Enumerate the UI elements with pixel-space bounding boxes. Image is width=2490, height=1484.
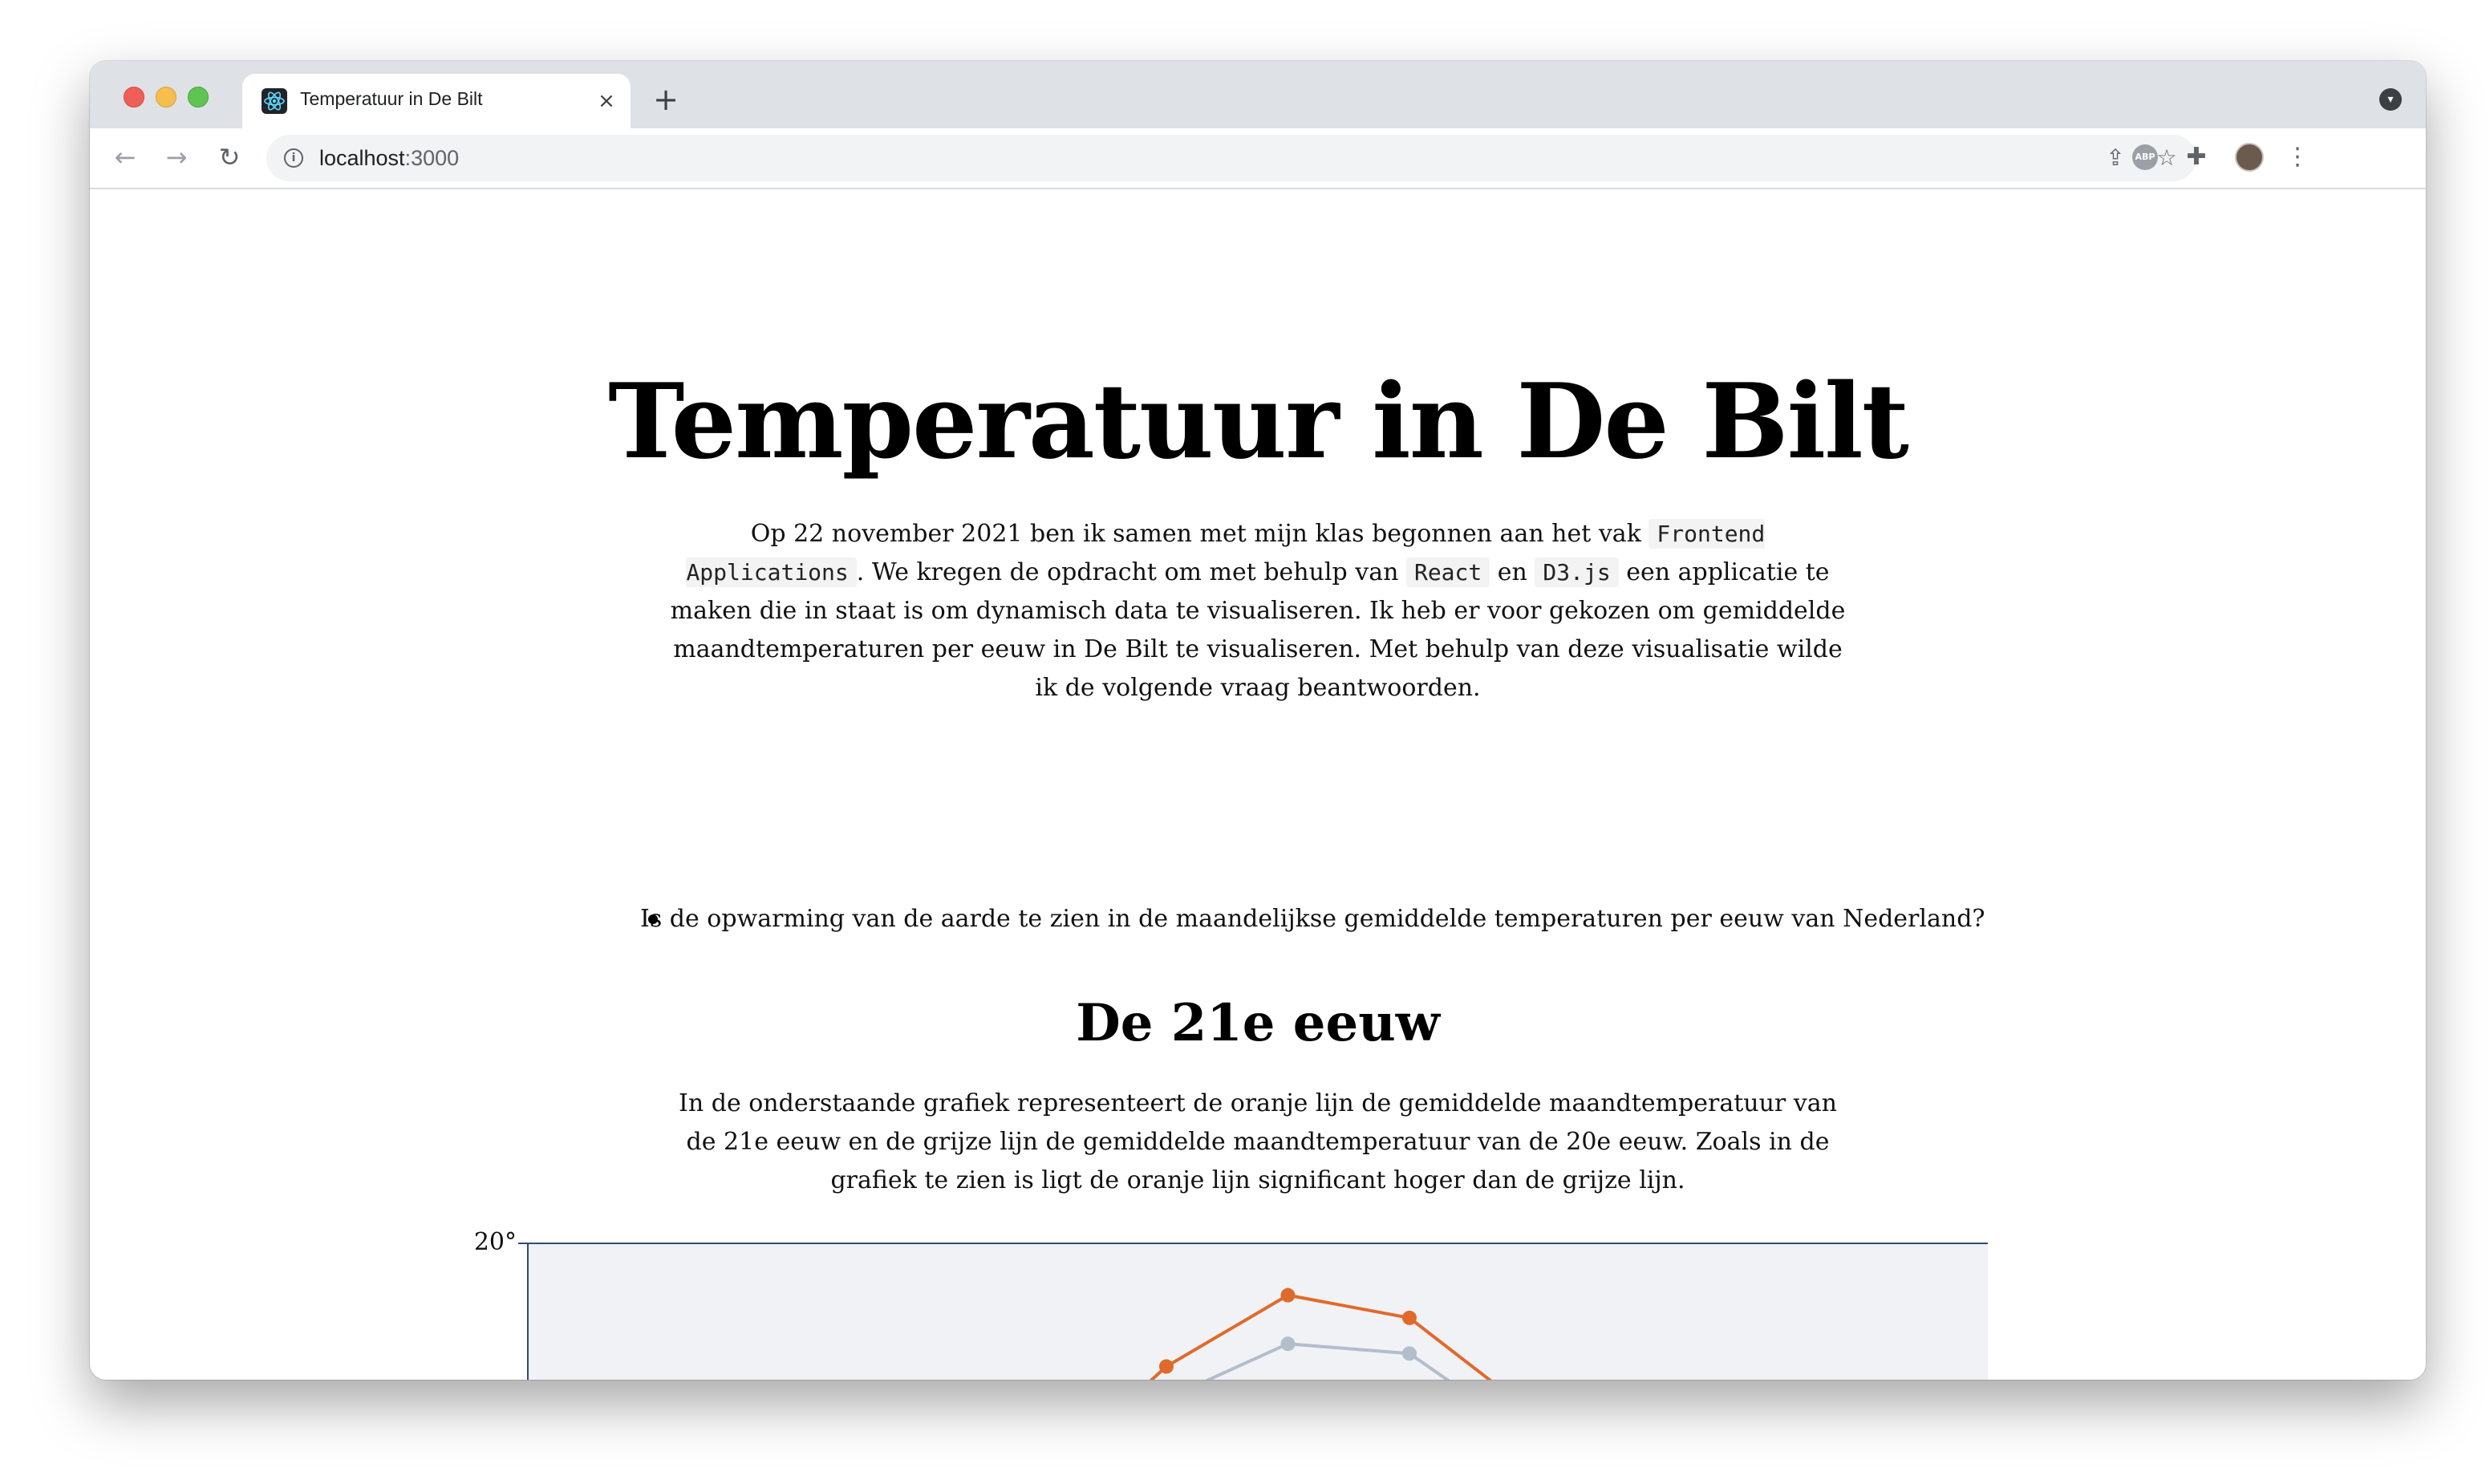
zoom-window-button[interactable]	[188, 87, 209, 107]
address-bar[interactable]: i localhost:3000 ⇪ ☆	[266, 135, 2196, 181]
forward-icon[interactable]: →	[159, 140, 194, 175]
info-icon[interactable]: i	[284, 148, 303, 168]
y-tick-label: 20°	[474, 1228, 517, 1256]
more-menu-icon[interactable]: ⋮	[2280, 140, 2315, 175]
tab-strip: Temperatuur in De Bilt × + ▾	[90, 61, 2426, 128]
adblock-icon[interactable]: ABP	[2127, 140, 2163, 175]
close-icon[interactable]: ×	[594, 88, 619, 114]
tab-active[interactable]: Temperatuur in De Bilt ×	[242, 74, 631, 128]
url-text[interactable]: localhost:3000	[319, 146, 459, 171]
data-point-orange	[1402, 1310, 1417, 1325]
minimize-window-button[interactable]	[156, 87, 176, 107]
url-port: :3000	[404, 146, 460, 170]
avatar[interactable]	[2232, 140, 2267, 175]
data-point-orange	[1159, 1359, 1174, 1374]
url-host: localhost	[319, 146, 405, 170]
page-content: Temperatuur in De Bilt Op 22 november 20…	[90, 189, 2426, 1380]
data-point-orange	[1280, 1287, 1296, 1303]
data-point-grey	[1280, 1336, 1296, 1352]
back-icon[interactable]: ←	[107, 140, 143, 175]
reload-icon[interactable]: ↻	[212, 140, 247, 175]
browser-window: Temperatuur in De Bilt × + ▾ ← → ↻ i loc…	[90, 61, 2426, 1380]
plus-icon[interactable]: +	[650, 83, 682, 116]
close-window-button[interactable]	[124, 87, 144, 107]
profile-dropdown-icon[interactable]: ▾	[2379, 88, 2402, 111]
browser-toolbar: ← → ↻ i localhost:3000 ⇪ ☆ ABP ✚ ⋮	[90, 128, 2426, 189]
temperature-line-chart: 20°15°	[474, 1228, 1988, 1380]
tab-title: Temperatuur in De Bilt	[300, 88, 483, 109]
puzzle-icon[interactable]: ✚	[2179, 140, 2214, 175]
react-icon	[262, 88, 287, 114]
data-point-grey	[1402, 1346, 1417, 1361]
